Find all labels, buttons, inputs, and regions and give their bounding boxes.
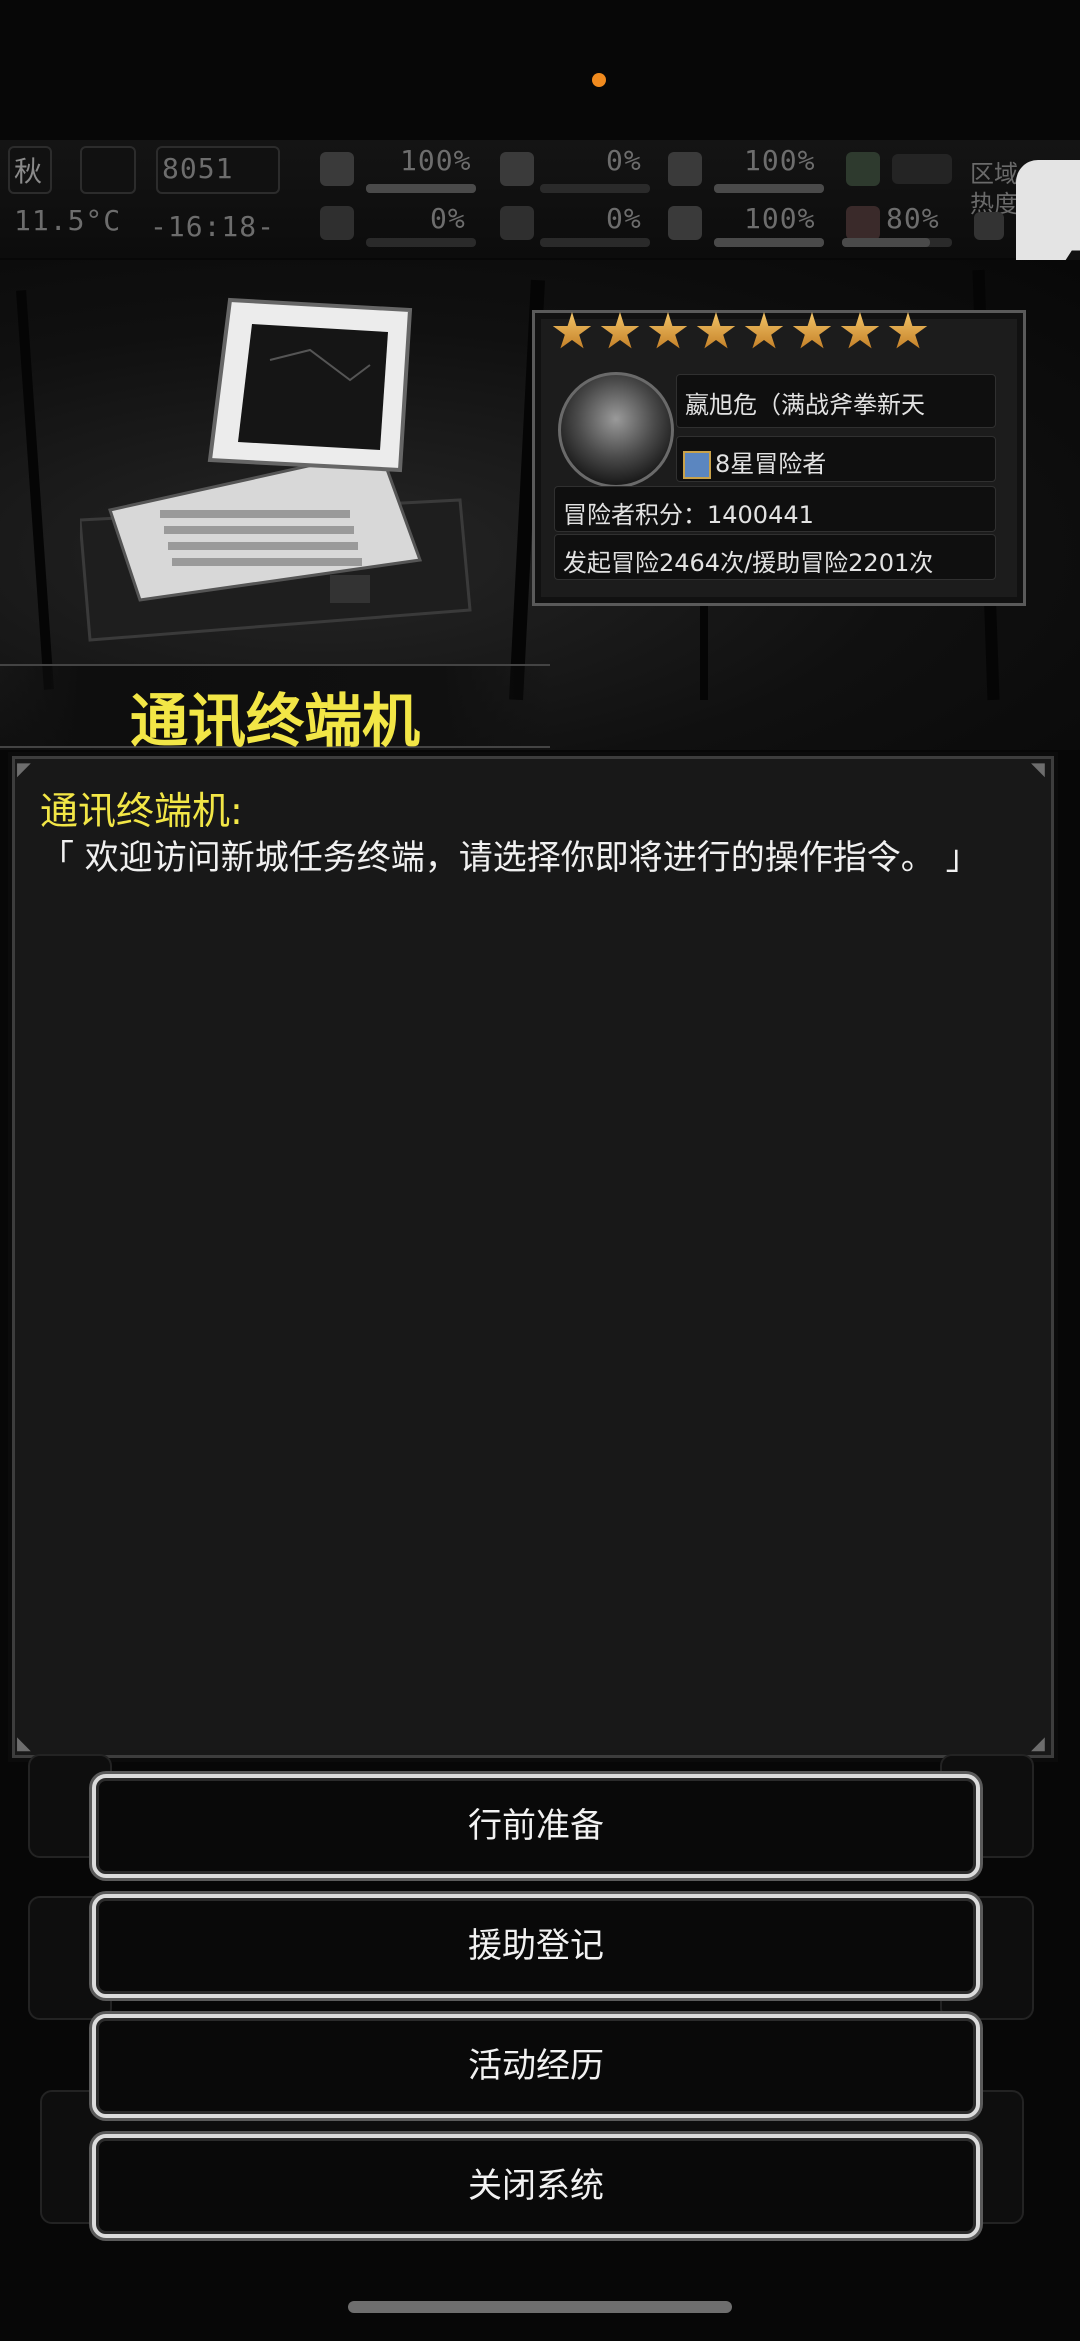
hunger-meter bbox=[540, 184, 650, 193]
stats-row: 发起冒险2464次/援助冒险2201次 bbox=[554, 534, 996, 580]
assist-register-button[interactable]: 援助登记 bbox=[92, 1894, 980, 1998]
corner-ornament: ◥ bbox=[1031, 759, 1045, 780]
boot-icon bbox=[846, 152, 880, 186]
gauge-thirst: 0% bbox=[606, 202, 642, 235]
rank-label: 8星冒险者 bbox=[715, 450, 827, 478]
avatar[interactable] bbox=[558, 372, 674, 488]
heart-icon bbox=[668, 206, 702, 240]
gauge-bleeding: 0% bbox=[430, 202, 466, 235]
mood-meter bbox=[714, 238, 824, 247]
adventure-stats: 发起冒险2464次/援助冒险2201次 bbox=[563, 549, 934, 577]
health-meter bbox=[366, 184, 476, 193]
prepare-button[interactable]: 行前准备 bbox=[92, 1774, 980, 1878]
bleed-icon bbox=[320, 206, 354, 240]
medkit-icon bbox=[320, 152, 354, 186]
season-cell: 秋 bbox=[8, 146, 52, 194]
season-label: 秋 bbox=[14, 155, 44, 188]
stomach-icon bbox=[500, 152, 534, 186]
laptop-illustration bbox=[80, 297, 472, 642]
page-title: 通讯终端机 bbox=[129, 687, 420, 755]
water-drop-icon bbox=[500, 206, 534, 240]
player-name-row: 嬴旭危（满战斧拳新天 bbox=[676, 374, 996, 428]
score-text: 冒险者积分：1400441 bbox=[563, 501, 814, 529]
title-banner: 通讯终端机 bbox=[0, 664, 550, 755]
gauge-health: 100% bbox=[400, 144, 472, 177]
armor-meter bbox=[714, 184, 824, 193]
thirst-meter bbox=[540, 238, 650, 247]
clock-cell: 8051 bbox=[156, 146, 280, 194]
clock-value: 8051 bbox=[162, 152, 234, 185]
stamina-meter bbox=[842, 238, 952, 247]
signal-bars-icon bbox=[892, 154, 952, 184]
weather-cloud-icon bbox=[80, 146, 136, 194]
rank-row: 8星冒险者 bbox=[676, 436, 996, 482]
gauge-armor: 100% bbox=[744, 144, 816, 177]
notification-dot bbox=[592, 73, 606, 87]
dialog-panel: ◤ ◥ ◣ ◢ bbox=[12, 756, 1054, 1758]
temperature-value: 11.5°C bbox=[14, 204, 122, 237]
gauge-hunger: 0% bbox=[606, 144, 642, 177]
activity-history-button[interactable]: 活动经历 bbox=[92, 2014, 980, 2118]
gauge-stamina: 80% bbox=[886, 202, 940, 235]
corner-ornament: ◣ bbox=[17, 1733, 31, 1754]
close-system-button[interactable]: 关闭系统 bbox=[92, 2134, 980, 2238]
dialog-speaker: 通讯终端机: bbox=[40, 789, 243, 833]
bleeding-meter bbox=[366, 238, 476, 247]
gauge-mood: 100% bbox=[744, 202, 816, 235]
crown-badge-icon bbox=[683, 451, 711, 479]
player-name: 嬴旭危（满战斧拳新天 bbox=[685, 391, 925, 419]
status-bar: 秋 8051 11.5°C -16:18- 100% 0% 0% 0% 100%… bbox=[0, 140, 1080, 258]
corner-ornament: ◤ bbox=[17, 759, 31, 780]
stamina-icon bbox=[846, 206, 880, 240]
time-counter: -16:18- bbox=[150, 210, 276, 243]
armor-icon bbox=[668, 152, 702, 186]
score-row: 冒险者积分：1400441 bbox=[554, 486, 996, 532]
speaker-icon[interactable] bbox=[974, 212, 1004, 240]
home-indicator[interactable] bbox=[348, 2301, 732, 2313]
dialog-message: 「 欢迎访问新城任务终端，请选择你即将进行的操作指令。 」 bbox=[40, 838, 980, 878]
corner-ornament: ◢ bbox=[1031, 1733, 1045, 1754]
